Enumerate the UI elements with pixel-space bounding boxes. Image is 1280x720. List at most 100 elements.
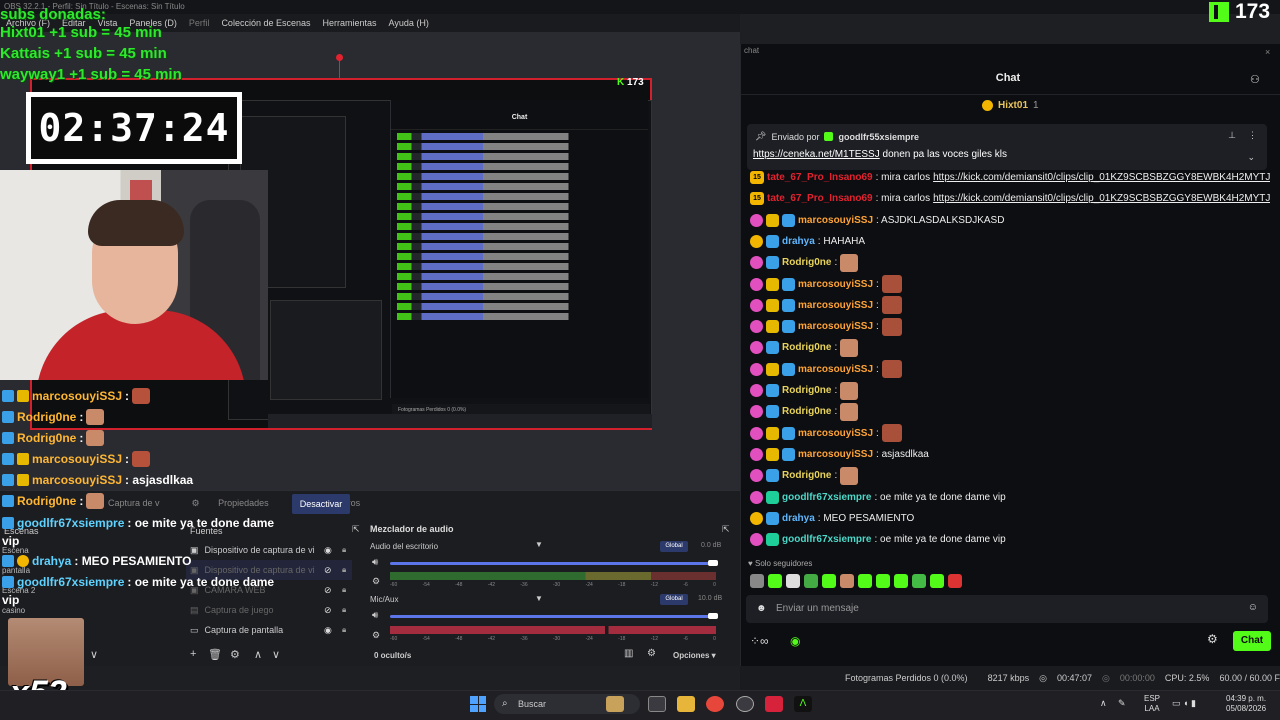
users-icon[interactable]: ⚇ xyxy=(1250,73,1260,86)
app-icon[interactable] xyxy=(765,696,783,712)
chat-username[interactable]: Rodrig0ne xyxy=(782,257,831,268)
transform-handle[interactable] xyxy=(336,54,343,61)
menu-scene-collection[interactable]: Colección de Escenas xyxy=(221,18,310,32)
more-options-icon[interactable]: ⋮ xyxy=(1248,130,1257,141)
close-icon[interactable]: × xyxy=(1265,47,1270,57)
volume-slider[interactable] xyxy=(390,615,716,618)
emote-picker-icon[interactable]: ☻ xyxy=(756,603,767,614)
send-chat-button[interactable]: Chat xyxy=(1233,631,1271,651)
emote-button[interactable] xyxy=(822,574,836,588)
chat-message[interactable]: drahya: HAHAHA xyxy=(750,231,1270,252)
chat-message[interactable]: Rodrig0ne: xyxy=(750,337,1270,358)
emote-button[interactable] xyxy=(876,574,890,588)
lock-icon[interactable]: 🔒︎ xyxy=(342,605,352,615)
chat-username[interactable]: tate_67_Pro_Insano69 xyxy=(767,193,873,204)
windows-start-icon[interactable] xyxy=(470,696,486,712)
chat-username[interactable]: marcosouyiSSJ xyxy=(798,279,873,290)
chat-input-box[interactable]: ☻ Enviar un mensaje ☺ xyxy=(746,595,1268,623)
chat-message[interactable]: Rodrig0ne: xyxy=(750,380,1270,401)
speaker-icon[interactable]: 🔊︎ xyxy=(372,610,378,621)
chat-username[interactable]: Rodrig0ne xyxy=(782,406,831,417)
chat-username[interactable]: Rodrig0ne xyxy=(782,385,831,396)
options-button[interactable]: Opciones ▾ xyxy=(673,651,716,660)
chat-link[interactable]: https://kick.com/demiansit0/clips/clip_0… xyxy=(933,193,1270,204)
smiley-icon[interactable]: ☺ xyxy=(1248,602,1258,613)
chat-message[interactable]: marcosouyiSSJ: xyxy=(750,423,1270,444)
chat-message[interactable]: Rodrig0ne: xyxy=(750,252,1270,273)
chevron-down-icon[interactable]: ▼ xyxy=(535,540,543,549)
chat-message[interactable]: 15 tate_67_Pro_Insano69: mira carlos http… xyxy=(750,188,1270,209)
copilot-icon[interactable] xyxy=(606,696,624,712)
chat-username[interactable]: marcosouyiSSJ xyxy=(798,428,873,439)
emote-button[interactable] xyxy=(948,574,962,588)
chat-link[interactable]: https://kick.com/demiansit0/clips/clip_0… xyxy=(933,172,1270,183)
pinned-message[interactable]: 📌︎ Enviado por goodlfr55xsiempre https:/… xyxy=(747,124,1267,170)
taskbar-clock[interactable]: 04:39 p. m. 05/08/2026 xyxy=(1226,694,1266,714)
mixer-menu-icon[interactable]: ⇱ xyxy=(722,524,730,535)
lock-icon[interactable]: 🔒︎ xyxy=(342,625,352,635)
speaker-icon[interactable]: 🔊︎ xyxy=(372,557,378,568)
menu-help[interactable]: Ayuda (H) xyxy=(389,18,429,32)
global-badge[interactable]: Global xyxy=(660,594,688,605)
chat-message[interactable]: marcosouyiSSJ: xyxy=(750,359,1270,380)
chat-message[interactable]: Rodrig0ne: xyxy=(750,465,1270,486)
chevron-down-icon[interactable]: ⌄ xyxy=(1247,152,1255,163)
move-down-icon[interactable]: ∨ xyxy=(272,648,280,661)
emote-button[interactable] xyxy=(786,574,800,588)
emote-button[interactable] xyxy=(768,574,782,588)
chat-message[interactable]: goodlfr67xsiempre: oe mite ya te done da… xyxy=(750,529,1270,550)
chat-message[interactable]: marcosouyiSSJ: xyxy=(750,295,1270,316)
deactivate-button[interactable]: Desactivar xyxy=(292,494,350,514)
chat-message[interactable]: 15 tate_67_Pro_Insano69: mira carlos http… xyxy=(750,167,1270,188)
emote-button[interactable] xyxy=(894,574,908,588)
channel-settings-icon[interactable]: ⚙ xyxy=(372,630,380,641)
kick-app-icon[interactable]: Λ xyxy=(794,696,812,712)
chat-username[interactable]: marcosouyiSSJ xyxy=(798,300,873,311)
file-explorer-icon[interactable] xyxy=(677,696,695,712)
chat-settings-icon[interactable]: ⚙ xyxy=(1207,632,1218,646)
dock-menu-icon[interactable]: ⇱ xyxy=(352,524,360,535)
chevron-down-icon[interactable]: ▼ xyxy=(535,594,543,603)
chat-message[interactable]: marcosouyiSSJ: xyxy=(750,316,1270,337)
chat-username[interactable]: goodlfr67xsiempre xyxy=(782,492,871,503)
chat-message[interactable]: drahya: MEO PESAMIENTO xyxy=(750,508,1270,529)
layout-toggle-icon[interactable]: ▥ xyxy=(624,648,633,659)
chat-username[interactable]: tate_67_Pro_Insano69 xyxy=(767,172,873,183)
emote-button[interactable] xyxy=(930,574,944,588)
chat-input-placeholder[interactable]: Enviar un mensaje xyxy=(776,603,859,614)
chat-username[interactable]: marcosouyiSSJ xyxy=(798,449,873,460)
chat-username[interactable]: Rodrig0ne xyxy=(782,342,831,353)
chat-username[interactable]: marcosouyiSSJ xyxy=(798,364,873,375)
emote-button[interactable] xyxy=(750,574,764,588)
eye-hidden-icon[interactable]: ⊘ xyxy=(324,565,336,576)
eye-icon[interactable]: ◉ xyxy=(324,545,336,556)
chat-username[interactable]: drahya xyxy=(782,513,815,524)
tray-expand-icon[interactable]: ∧ xyxy=(1100,698,1107,709)
chat-message[interactable]: goodlfr67xsiempre: oe mite ya te done da… xyxy=(750,487,1270,508)
chat-message[interactable]: marcosouyiSSJ: ASJDKLASDALKSDJKASD xyxy=(750,210,1270,231)
unpin-icon[interactable]: ⊥ xyxy=(1228,130,1236,141)
language-indicator[interactable]: ESP LAA xyxy=(1144,694,1160,714)
chat-message[interactable]: Rodrig0ne: xyxy=(750,401,1270,422)
emote-button[interactable] xyxy=(840,574,854,588)
lock-icon[interactable]: 🔒︎ xyxy=(342,545,352,555)
chrome-icon[interactable] xyxy=(706,696,724,712)
chat-message[interactable]: marcosouyiSSJ: xyxy=(750,274,1270,295)
menu-tools[interactable]: Herramientas xyxy=(323,18,377,32)
obs-icon[interactable] xyxy=(736,696,754,712)
lock-icon[interactable]: 🔒︎ xyxy=(342,565,352,575)
chat-username[interactable]: marcosouyiSSJ xyxy=(798,321,873,332)
chat-username[interactable]: Rodrig0ne xyxy=(782,470,831,481)
volume-knob[interactable] xyxy=(708,613,718,619)
volume-slider[interactable] xyxy=(390,562,716,565)
volume-knob[interactable] xyxy=(708,560,718,566)
eye-hidden-icon[interactable]: ⊘ xyxy=(324,585,336,596)
chat-username[interactable]: marcosouyiSSJ xyxy=(798,215,873,226)
network-icon[interactable]: ▭ ◖ ▮ xyxy=(1172,698,1196,709)
emote-button[interactable] xyxy=(804,574,818,588)
mixer-tools-icon[interactable]: ⚙ xyxy=(647,648,656,659)
menu-profile[interactable]: Perfil xyxy=(189,18,210,32)
eye-icon[interactable]: ◉ xyxy=(324,625,336,636)
task-view-icon[interactable] xyxy=(648,696,666,712)
emote-button[interactable] xyxy=(858,574,872,588)
